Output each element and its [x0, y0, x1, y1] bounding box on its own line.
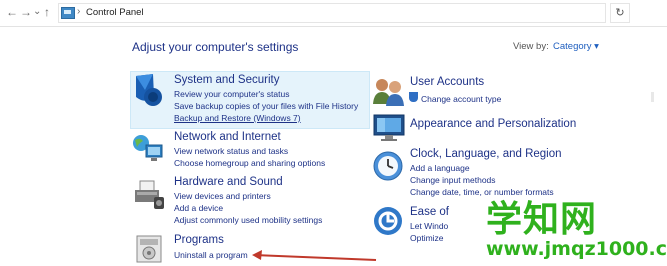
- link-optimize-display[interactable]: Optimize: [410, 233, 444, 243]
- category-title-appearance[interactable]: Appearance and Personalization: [410, 118, 576, 130]
- category-title-ease-of-access[interactable]: Ease of: [410, 206, 449, 218]
- view-by-label: View by:: [513, 41, 549, 52]
- category-title-user-accounts[interactable]: User Accounts: [410, 76, 484, 88]
- uac-shield-icon: [409, 92, 418, 102]
- link-file-history[interactable]: Save backup copies of your files with Fi…: [174, 101, 358, 111]
- watermark: 学知网 www.jmqz1000.com: [480, 190, 667, 266]
- category-title-hardware-and-sound[interactable]: Hardware and Sound: [174, 176, 283, 188]
- forward-button[interactable]: →: [20, 5, 32, 19]
- network-icon: [133, 135, 163, 161]
- address-bar: ← → ⌄ ↑ › Control Panel ↻: [0, 0, 667, 27]
- chevron-right-icon[interactable]: ›: [77, 6, 80, 17]
- annotation-arrow: [252, 250, 377, 261]
- link-add-device[interactable]: Add a device: [174, 203, 223, 213]
- category-title-system-and-security[interactable]: System and Security: [174, 74, 279, 86]
- scrollbar[interactable]: [651, 92, 654, 102]
- category-title-programs[interactable]: Programs: [174, 234, 224, 246]
- link-let-windows-suggest[interactable]: Let Windo: [410, 221, 448, 231]
- printer-icon: [135, 180, 164, 209]
- link-change-account-type[interactable]: Change account type: [421, 94, 501, 104]
- page-title: Adjust your computer's settings: [132, 40, 299, 54]
- recent-locations-button[interactable]: ⌄: [33, 5, 41, 19]
- link-homegroup[interactable]: Choose homegroup and sharing options: [174, 158, 325, 168]
- link-change-input-methods[interactable]: Change input methods: [410, 175, 496, 185]
- view-by-dropdown[interactable]: Category ▾: [553, 41, 599, 52]
- refresh-button[interactable]: ↻: [610, 3, 630, 23]
- watermark-logo-text: 学知网: [486, 199, 598, 240]
- link-review-status[interactable]: Review your computer's status: [174, 89, 289, 99]
- category-title-network-and-internet[interactable]: Network and Internet: [174, 131, 281, 143]
- link-backup-restore[interactable]: Backup and Restore (Windows 7): [174, 113, 301, 123]
- clock-icon: [373, 151, 403, 181]
- breadcrumb[interactable]: › Control Panel: [58, 3, 606, 23]
- link-network-status[interactable]: View network status and tasks: [174, 146, 288, 156]
- link-uninstall-program[interactable]: Uninstall a program: [174, 250, 248, 260]
- up-button[interactable]: ↑: [44, 5, 50, 19]
- users-icon: [373, 79, 404, 106]
- ease-of-access-icon: [374, 207, 402, 235]
- monitor-icon: [373, 114, 405, 141]
- watermark-url: www.jmqz1000.com: [486, 238, 667, 260]
- link-mobility-settings[interactable]: Adjust commonly used mobility settings: [174, 215, 322, 225]
- programs-icon: [136, 235, 162, 263]
- breadcrumb-control-panel[interactable]: Control Panel: [86, 7, 144, 18]
- refresh-icon: ↻: [615, 7, 625, 19]
- control-panel-icon: [61, 7, 75, 19]
- back-button[interactable]: ←: [6, 5, 18, 19]
- link-add-language[interactable]: Add a language: [410, 163, 470, 173]
- shield-icon: [136, 74, 162, 106]
- category-title-clock-language-region[interactable]: Clock, Language, and Region: [410, 148, 562, 160]
- link-devices-printers[interactable]: View devices and printers: [174, 191, 271, 201]
